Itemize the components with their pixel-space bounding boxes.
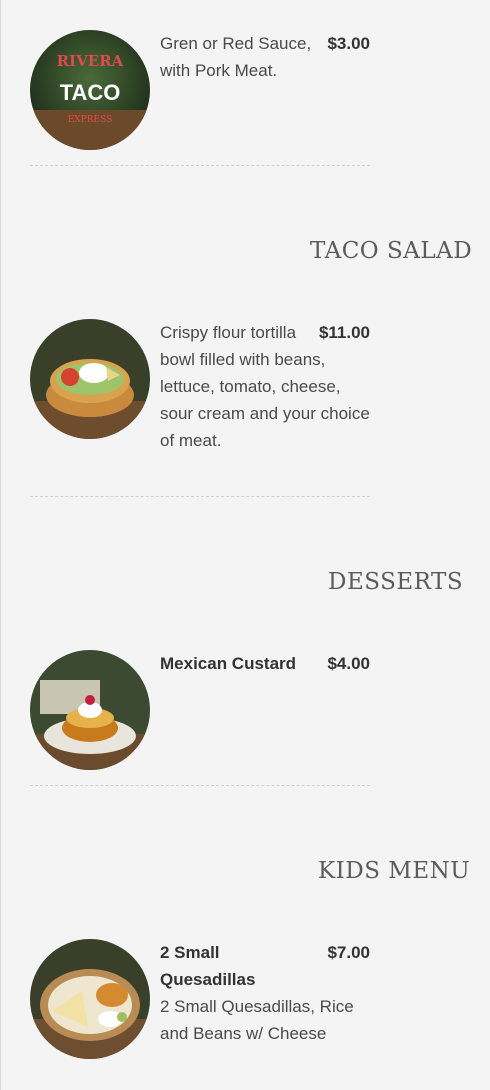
item-divider <box>30 496 370 497</box>
section-heading-kids-menu: KIDS MENU <box>318 858 471 884</box>
item-description: 2 Small Quesadillas, Rice and Beans w/ C… <box>160 997 354 1043</box>
page-left-border <box>0 0 1 1090</box>
mexican-custard-image <box>30 650 150 770</box>
item-description: Gren or Red Sauce, with Pork Meat. <box>160 34 312 80</box>
menu-item-pork[interactable]: RIVERA TACO EXPRESS $3.00 Gren or Red Sa… <box>30 30 370 156</box>
quesadillas-image <box>30 939 150 1059</box>
item-divider <box>30 165 370 166</box>
item-price: $11.00 <box>318 323 370 342</box>
rivera-taco-logo-image: RIVERA TACO EXPRESS <box>30 30 150 150</box>
item-price: $3.00 <box>327 34 370 53</box>
menu-item-mexican-custard[interactable]: $4.00 Mexican Custard <box>30 650 370 776</box>
svg-text:TACO: TACO <box>60 80 121 105</box>
item-price: $7.00 <box>327 943 370 962</box>
section-heading-desserts: DESSERTS <box>328 569 464 595</box>
menu-item-small-quesadillas[interactable]: $7.00 2 Small Quesadillas 2 Small Quesad… <box>30 939 370 1065</box>
menu-item-taco-salad[interactable]: $11.00 Crispy flour tortilla bowl filled… <box>30 319 370 454</box>
item-title: Mexican Custard <box>160 654 297 673</box>
taco-salad-image <box>30 319 150 439</box>
item-price: $4.00 <box>327 654 370 673</box>
svg-text:EXPRESS: EXPRESS <box>68 115 113 125</box>
svg-text:RIVERA: RIVERA <box>57 52 124 70</box>
item-divider <box>30 785 370 786</box>
section-heading-taco-salad: TACO SALAD <box>310 238 473 264</box>
